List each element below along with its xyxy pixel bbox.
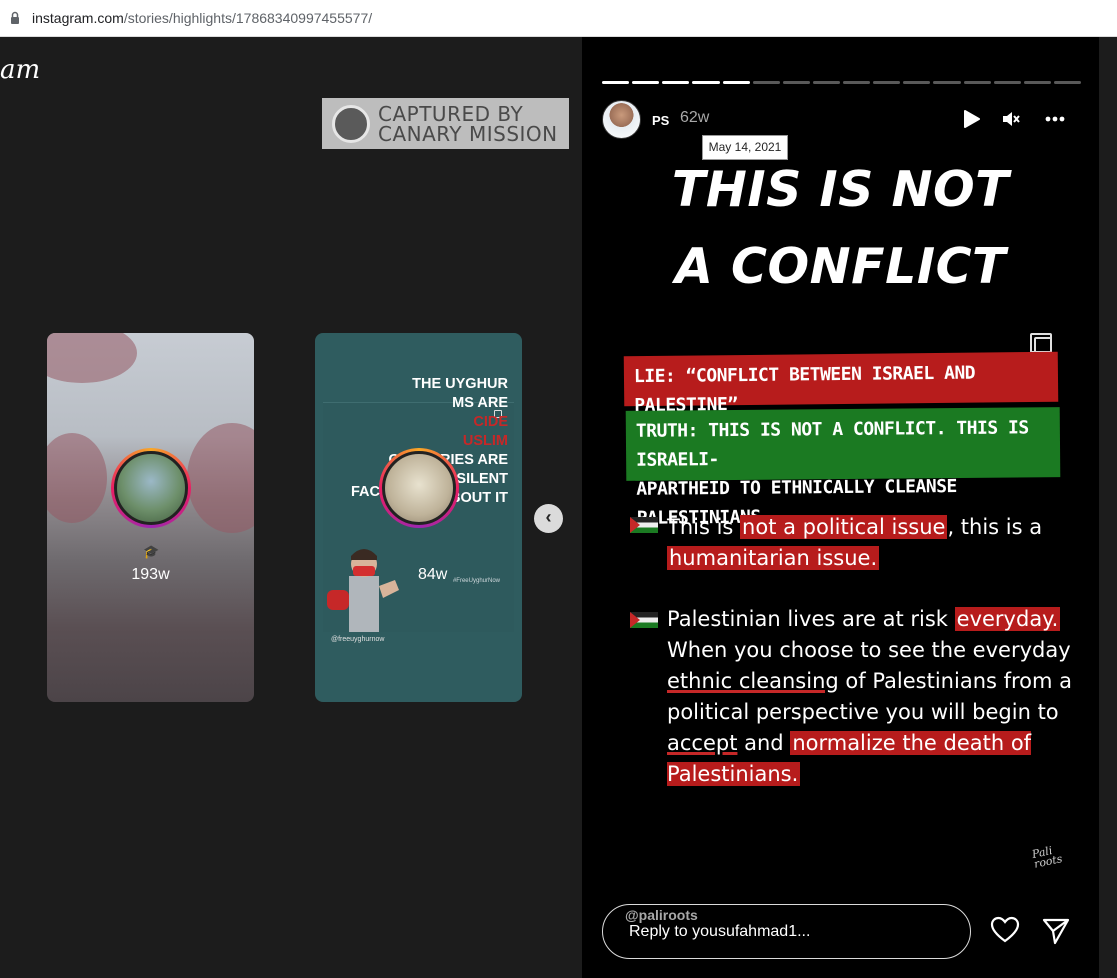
truth-line1: TRUTH: THIS IS NOT A CONFLICT. THIS IS I… <box>635 417 1029 471</box>
date-tooltip: May 14, 2021 <box>702 135 788 160</box>
more-options-icon[interactable] <box>1045 109 1065 129</box>
watermark-line2: CANARY MISSION <box>378 122 558 146</box>
highlighted-text: not a political issue <box>740 515 948 539</box>
uy-handle: @freeuyghurnow <box>331 636 385 643</box>
palestine-flag-icon <box>630 612 658 628</box>
uy-line: THE UYGHUR <box>412 376 508 392</box>
progress-segment <box>662 81 690 84</box>
uy-line: CIDE <box>473 414 508 430</box>
text-run: and <box>737 731 791 755</box>
tree-foliage <box>47 433 107 523</box>
progress-segment <box>782 81 810 84</box>
progress-segment <box>1023 81 1051 84</box>
truth-banner: TRUTH: THIS IS NOT A CONFLICT. THIS IS I… <box>625 407 1061 529</box>
previous-story-button[interactable]: ‹ <box>534 504 563 533</box>
progress-segment <box>933 81 961 84</box>
highlight-avatar <box>382 451 456 525</box>
story-headline-line2: A CONFLICT <box>675 238 1006 295</box>
progress-segment <box>993 81 1021 84</box>
palestine-flag-icon <box>630 517 658 533</box>
point-1-text: This is not a political issue, this is a… <box>667 512 1087 574</box>
heart-icon[interactable] <box>990 916 1020 944</box>
url-text[interactable]: instagram.com/stories/highlights/1786834… <box>32 10 372 26</box>
text-run: , this is a <box>947 515 1043 539</box>
highlight-thumbnail-2[interactable]: THE UYGHUR MS ARE CIDE USLIM COUNTRIES A… <box>315 333 522 702</box>
progress-segment <box>722 81 750 84</box>
highlight-avatar <box>114 451 188 525</box>
progress-segment <box>963 81 991 84</box>
progress-segment <box>602 81 630 84</box>
story-username[interactable]: PS <box>652 113 669 128</box>
tree-foliage <box>187 423 254 533</box>
highlight-avatar-ring <box>379 448 459 528</box>
highlighted-text: everyday. <box>954 607 1061 631</box>
muted-speaker-icon[interactable] <box>1001 109 1021 129</box>
text-run: Palestinian lives are at risk <box>667 607 955 631</box>
highlight-avatar-ring <box>111 448 191 528</box>
instagram-logo[interactable]: am <box>0 55 40 85</box>
reply-input[interactable]: @paliroots Reply to yousufahmad1... <box>602 904 971 959</box>
highlighted-text: humanitarian issue. <box>667 546 880 570</box>
highlight-thumbnail-1[interactable]: 🎓 193w <box>47 333 254 702</box>
underlined-text: accept <box>667 731 738 755</box>
point-2-text: Palestinian lives are at risk everyday. … <box>667 604 1087 790</box>
story-viewer[interactable]: PS 62w May 14, 2021 THIS IS NOT A CONFLI… <box>582 37 1099 978</box>
graduation-cap-icon: 🎓 <box>143 544 160 559</box>
send-icon[interactable] <box>1042 917 1070 945</box>
chevron-left-icon: ‹ <box>545 507 552 527</box>
uy-line: USLIM <box>462 433 508 449</box>
progress-segment <box>752 81 780 84</box>
text-run: When you choose to see the everyday <box>667 638 1071 662</box>
text-run: This is <box>667 515 741 539</box>
progress-segment <box>843 81 871 84</box>
uy-hashtag: #FreeUyghurNow <box>452 578 500 584</box>
highlight-age: 193w <box>131 566 170 583</box>
url-path: /stories/highlights/17868340997455577/ <box>123 10 373 26</box>
play-icon[interactable] <box>961 109 981 129</box>
avatar[interactable] <box>602 100 641 139</box>
reply-placeholder: Reply to yousufahmad1... <box>629 923 811 940</box>
story-age: 62w <box>680 109 710 126</box>
lock-icon <box>11 11 19 24</box>
progress-segment <box>873 81 901 84</box>
multi-post-icon <box>1030 333 1052 353</box>
uy-line: MS ARE <box>452 395 508 411</box>
paliroots-signature-logo: Pali roots <box>1030 844 1064 871</box>
progress-segment <box>812 81 840 84</box>
canary-seal-icon <box>332 105 370 143</box>
underlined-text: ethnic cleansing <box>667 669 839 693</box>
story-progress-bar <box>602 81 1081 84</box>
progress-segment <box>903 81 931 84</box>
uy-fac-text: FAC <box>351 484 380 500</box>
url-domain: instagram.com <box>32 10 124 26</box>
story-headline-line1: THIS IS NOT <box>671 161 1010 218</box>
browser-address-bar[interactable]: instagram.com/stories/highlights/1786834… <box>0 0 1117 37</box>
lie-banner: LIE: “CONFLICT BETWEEN ISRAEL AND PALEST… <box>623 351 1059 416</box>
progress-segment <box>632 81 660 84</box>
progress-segment <box>692 81 720 84</box>
progress-segment <box>1053 81 1081 84</box>
reply-mention-tag: @paliroots <box>625 907 698 923</box>
canary-mission-watermark: CAPTURED BY CANARY MISSION <box>322 98 569 149</box>
tree-foliage <box>47 333 137 383</box>
masked-figure-illustration <box>327 549 399 632</box>
